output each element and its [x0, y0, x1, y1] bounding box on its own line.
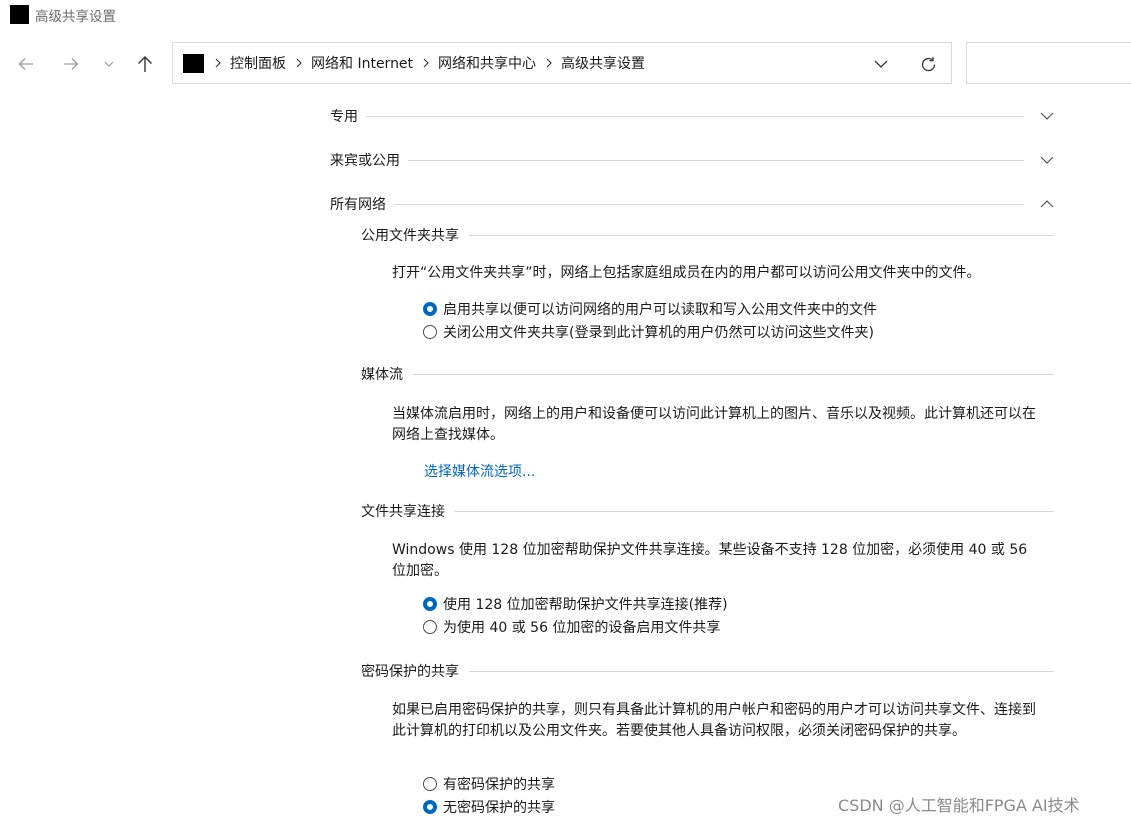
breadcrumb-item-network-internet[interactable]: 网络和 Internet — [311, 53, 413, 73]
window-icon — [10, 5, 29, 24]
recent-locations-button[interactable] — [96, 50, 122, 78]
public-folder-off-radio[interactable]: 关闭公用文件夹共享(登录到此计算机的用户仍然可以访问这些文件夹) — [423, 322, 874, 342]
radio-indicator[interactable] — [423, 800, 437, 814]
chevron-up-icon[interactable] — [1036, 196, 1058, 212]
encryption-128-label: 使用 128 位加密帮助保护文件共享连接(推荐) — [443, 597, 728, 613]
divider — [455, 510, 1054, 512]
window-title: 高级共享设置 — [35, 9, 116, 25]
file-sharing-heading-label: 文件共享连接 — [361, 504, 445, 520]
file-sharing-heading: 文件共享连接 — [361, 501, 1054, 521]
password-description: 如果已启用密码保护的共享，则只有具备此计算机的用户帐户和密码的用户才可以访问共享… — [392, 702, 1036, 739]
back-button[interactable] — [12, 50, 40, 78]
divider — [469, 234, 1054, 236]
refresh-icon — [921, 56, 935, 71]
encryption-40-56-radio[interactable]: 为使用 40 或 56 位加密的设备启用文件共享 — [423, 617, 720, 637]
section-guest-public[interactable]: 来宾或公用 — [330, 149, 1058, 171]
encryption-40-56-label: 为使用 40 或 56 位加密的设备启用文件共享 — [443, 620, 721, 636]
password-on-radio[interactable]: 有密码保护的共享 — [423, 774, 555, 794]
arrow-up-icon — [138, 56, 152, 72]
public-folder-on-label: 启用共享以便可以访问网络的用户可以读取和写入公用文件夹中的文件 — [443, 302, 877, 318]
arrow-right-icon — [64, 58, 79, 70]
chevron-down-icon[interactable] — [1036, 108, 1058, 124]
password-off-label: 无密码保护的共享 — [443, 800, 555, 816]
search-input[interactable] — [966, 42, 1131, 84]
chevron-right-icon — [215, 58, 221, 68]
media-description: 当媒体流启用时，网络上的用户和设备便可以访问此计算机上的图片、音乐以及视频。此计… — [392, 406, 1036, 443]
chevron-right-icon[interactable] — [546, 58, 552, 68]
section-guest-public-label: 来宾或公用 — [330, 153, 400, 169]
divider — [413, 373, 1054, 375]
chevron-right-icon[interactable] — [296, 58, 302, 68]
divider — [408, 159, 1024, 161]
public-folder-heading: 公用文件夹共享 — [361, 225, 1054, 245]
radio-indicator[interactable] — [423, 597, 437, 611]
radio-indicator[interactable] — [423, 620, 437, 634]
section-private-label: 专用 — [330, 109, 358, 125]
address-bar[interactable]: 控制面板 网络和 Internet 网络和共享中心 高级共享设置 — [172, 42, 952, 84]
divider — [469, 670, 1054, 672]
watermark: CSDN @人工智能和FPGA AI技术 — [838, 796, 1080, 815]
address-dropdown-button[interactable] — [871, 54, 891, 74]
arrow-left-icon — [18, 58, 33, 70]
radio-indicator[interactable] — [423, 302, 437, 316]
navigation-bar: 控制面板 网络和 Internet 网络和共享中心 高级共享设置 — [0, 42, 1131, 86]
chevron-right-icon[interactable] — [423, 58, 429, 68]
control-panel-icon — [183, 54, 204, 73]
encryption-128-radio[interactable]: 使用 128 位加密帮助保护文件共享连接(推荐) — [423, 594, 728, 614]
file-sharing-description: Windows 使用 128 位加密帮助保护文件共享连接。某些设备不支持 128… — [392, 542, 1028, 579]
password-heading: 密码保护的共享 — [361, 661, 1054, 681]
section-all-networks[interactable]: 所有网络 — [330, 193, 1058, 215]
password-heading-label: 密码保护的共享 — [361, 664, 459, 680]
section-all-networks-label: 所有网络 — [330, 197, 386, 213]
public-folder-heading-label: 公用文件夹共享 — [361, 228, 459, 244]
up-button[interactable] — [131, 50, 159, 78]
divider — [394, 203, 1024, 205]
public-folder-on-radio[interactable]: 启用共享以便可以访问网络的用户可以读取和写入公用文件夹中的文件 — [423, 299, 877, 319]
refresh-button[interactable] — [917, 54, 939, 74]
chevron-down-icon — [874, 60, 888, 68]
chevron-down-icon — [104, 61, 114, 67]
breadcrumb-item-advanced-sharing[interactable]: 高级共享设置 — [561, 53, 645, 73]
public-folder-off-label: 关闭公用文件夹共享(登录到此计算机的用户仍然可以访问这些文件夹) — [443, 325, 874, 341]
forward-button[interactable] — [57, 50, 85, 78]
breadcrumb-item-network-sharing-center[interactable]: 网络和共享中心 — [438, 53, 536, 73]
breadcrumb: 控制面板 网络和 Internet 网络和共享中心 高级共享设置 — [211, 43, 645, 83]
radio-indicator[interactable] — [423, 777, 437, 791]
radio-indicator[interactable] — [423, 325, 437, 339]
media-heading-label: 媒体流 — [361, 367, 403, 383]
password-on-label: 有密码保护的共享 — [443, 777, 555, 793]
section-private[interactable]: 专用 — [330, 105, 1058, 127]
public-folder-description: 打开“公用文件夹共享”时，网络上包括家庭组成员在内的用户都可以访问公用文件夹中的… — [392, 265, 981, 281]
breadcrumb-item-control-panel[interactable]: 控制面板 — [230, 53, 286, 73]
media-options-link[interactable]: 选择媒体流选项... — [424, 461, 535, 481]
title-bar: 高级共享设置 — [0, 0, 1131, 28]
password-off-radio[interactable]: 无密码保护的共享 — [423, 797, 555, 817]
media-heading: 媒体流 — [361, 364, 1054, 384]
divider — [366, 115, 1024, 117]
chevron-down-icon[interactable] — [1036, 152, 1058, 168]
